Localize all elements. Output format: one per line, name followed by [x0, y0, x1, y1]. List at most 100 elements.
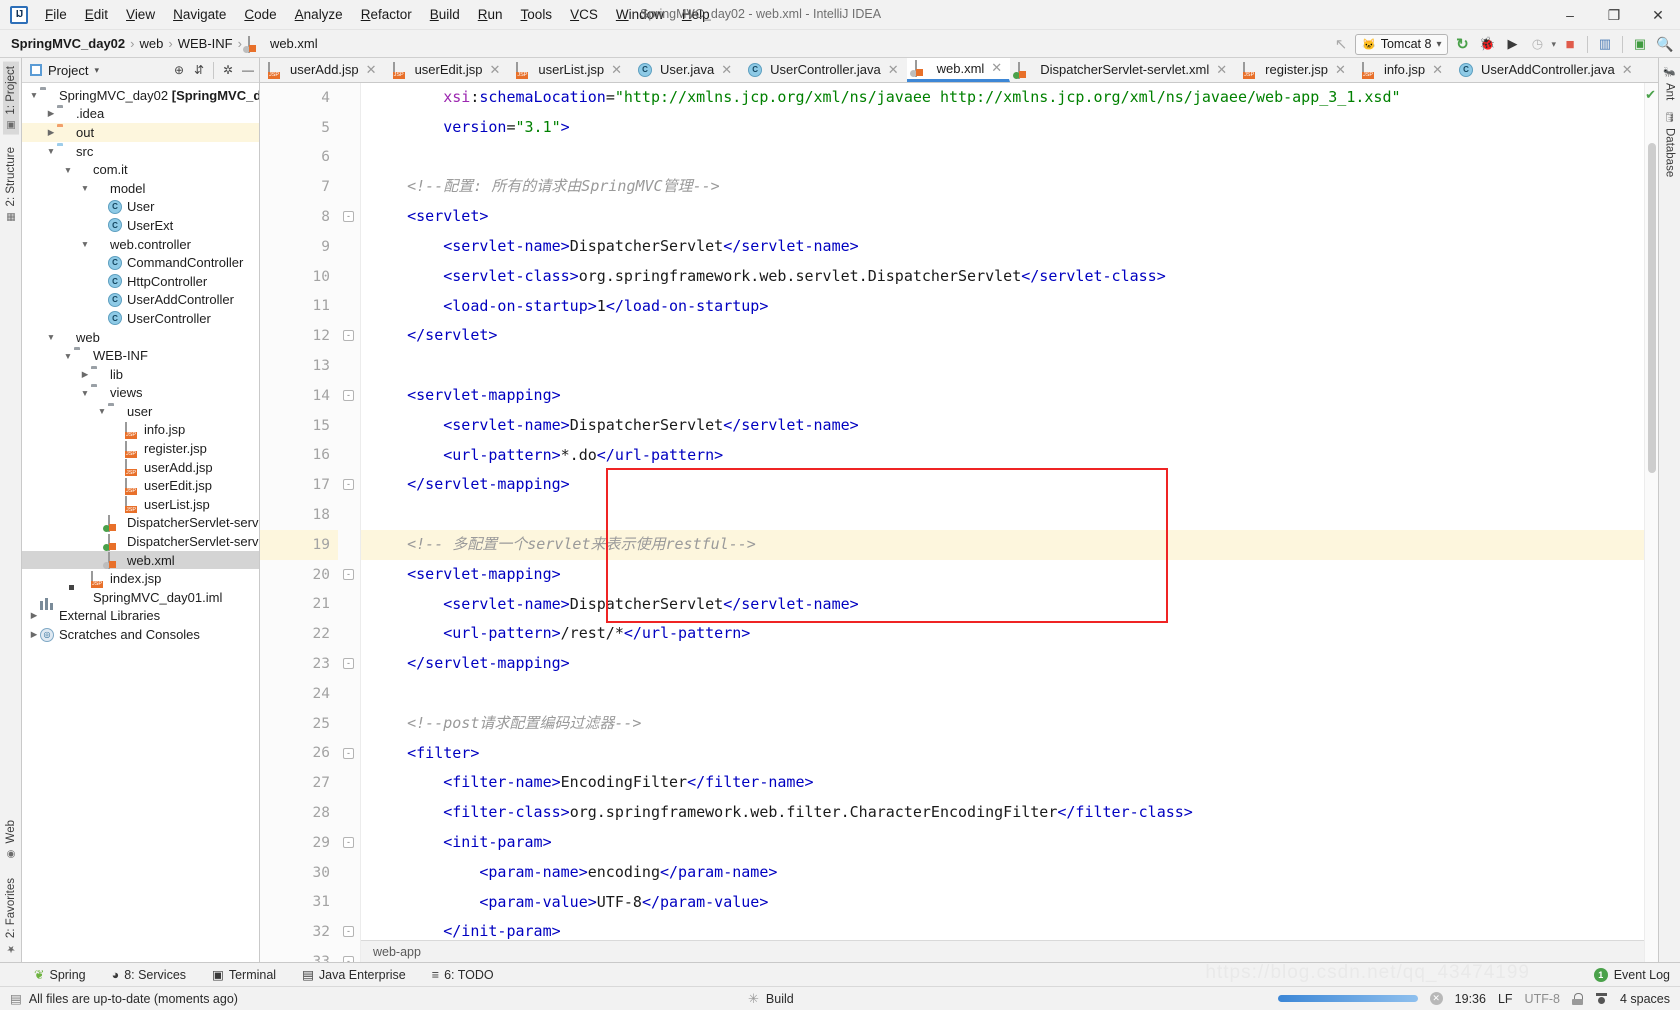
close-icon[interactable]: ✕	[366, 62, 377, 78]
menu-item-view[interactable]: View	[117, 3, 164, 26]
run-with-coverage-button[interactable]: ▶	[1501, 33, 1523, 55]
settings-gear-icon[interactable]: ✲	[219, 61, 237, 79]
search-everywhere-button[interactable]: 🔍	[1654, 33, 1676, 55]
line-number[interactable]: 31	[260, 888, 338, 918]
line-number[interactable]: 23	[260, 649, 338, 679]
minimize-button[interactable]: –	[1548, 0, 1592, 30]
line-number[interactable]: 28	[260, 798, 338, 828]
tree-node[interactable]: ▶ lib	[22, 365, 259, 384]
line-number[interactable]: 20	[260, 560, 338, 590]
editor-scrollbar-thumb[interactable]	[1648, 143, 1656, 473]
code-line[interactable]: xsi:schemaLocation="http://xmlns.jcp.org…	[371, 83, 1644, 113]
code-line[interactable]: <filter-class>org.springframework.web.fi…	[371, 798, 1644, 828]
code-line[interactable]	[371, 351, 1644, 381]
menu-item-refactor[interactable]: Refactor	[352, 3, 421, 26]
fold-toggle-icon[interactable]: -	[343, 926, 354, 938]
tree-node[interactable]: ▼ com.it	[22, 160, 259, 179]
tree-node[interactable]: C CommandController	[22, 253, 259, 272]
code-line[interactable]: <!--配置: 所有的请求由SpringMVC管理-->	[371, 172, 1644, 202]
tree-node[interactable]: ▼ user	[22, 402, 259, 421]
file-encoding[interactable]: UTF-8	[1525, 992, 1560, 1006]
code-line[interactable]: <filter>	[371, 739, 1644, 769]
code-line[interactable]: <url-pattern>*.do</url-pattern>	[371, 441, 1644, 471]
inspector-hat-icon[interactable]	[1595, 992, 1608, 1005]
line-number[interactable]: 32	[260, 917, 338, 947]
fold-toggle-icon[interactable]: -	[343, 211, 354, 223]
code-line[interactable]	[371, 679, 1644, 709]
code-scroll-area[interactable]: xsi:schemaLocation="http://xmlns.jcp.org…	[360, 83, 1644, 962]
code-line[interactable]: <servlet-mapping>	[371, 381, 1644, 411]
code-folding-gutter[interactable]: ----------	[338, 83, 360, 968]
hide-panel-icon[interactable]: —	[239, 61, 257, 79]
editor-tab-user-java[interactable]: C User.java ✕	[630, 58, 740, 82]
fold-toggle-icon[interactable]: -	[343, 390, 354, 401]
editor-tab-web-xml[interactable]: web.xml ✕	[906, 58, 1011, 82]
menu-item-analyze[interactable]: Analyze	[286, 3, 352, 26]
code-line[interactable]: </servlet>	[371, 321, 1644, 351]
tree-node[interactable]: userAdd.jsp	[22, 458, 259, 477]
code-line[interactable]: <load-on-startup>1</load-on-startup>	[371, 292, 1644, 322]
line-number[interactable]: 21	[260, 590, 338, 620]
collapse-all-icon[interactable]: ⇵	[190, 61, 208, 79]
chevron-right-icon[interactable]: ▶	[79, 369, 91, 380]
chevron-down-icon[interactable]: ▼	[45, 146, 57, 156]
inspection-ok-icon[interactable]: ✔	[1645, 87, 1656, 103]
tree-node[interactable]: ▼ WEB-INF	[22, 346, 259, 365]
tree-node[interactable]: DispatcherServlet-servlet.xm	[22, 514, 259, 533]
line-number[interactable]: 26	[260, 739, 338, 769]
fold-toggle-icon[interactable]: -	[343, 330, 354, 342]
sidebar-item-structure[interactable]: ▦ 2: Structure	[3, 143, 19, 226]
tree-node[interactable]: userList.jsp	[22, 495, 259, 514]
code-line[interactable]: <servlet-name>DispatcherServlet</servlet…	[371, 590, 1644, 620]
chevron-right-icon[interactable]: ▶	[28, 629, 40, 640]
tree-node[interactable]: ▶ .idea	[22, 105, 259, 124]
debug-button[interactable]: 🐞	[1476, 33, 1498, 55]
code-line[interactable]: <filter-name>EncodingFilter</filter-name…	[371, 768, 1644, 798]
line-number[interactable]: 4	[260, 83, 338, 113]
profile-button[interactable]: ◷	[1526, 33, 1548, 55]
project-pane-title[interactable]: Project ▾	[24, 63, 99, 78]
line-number[interactable]: 12	[260, 321, 338, 351]
code-line[interactable]	[371, 500, 1644, 530]
code-line[interactable]: <!--post请求配置编码过滤器-->	[371, 709, 1644, 739]
menu-item-file[interactable]: File	[36, 3, 76, 26]
chevron-down-icon[interactable]: ▼	[79, 239, 91, 249]
editor-tab-useradd-jsp[interactable]: userAdd.jsp ✕	[260, 58, 385, 82]
editor-tab-useraddcontroller-java[interactable]: C UserAddController.java ✕	[1451, 58, 1641, 82]
line-number[interactable]: 24	[260, 679, 338, 709]
code-line[interactable]: <param-value>UTF-8</param-value>	[371, 888, 1644, 918]
line-number[interactable]: 18	[260, 500, 338, 530]
fold-toggle-icon[interactable]: -	[343, 568, 354, 580]
code-line[interactable]: <!-- 多配置一个servlet来表示使用restful-->	[361, 529, 1644, 560]
line-number[interactable]: 15	[260, 411, 338, 441]
line-number[interactable]: 9	[260, 232, 338, 262]
stop-button[interactable]: ■	[1559, 33, 1581, 55]
fold-toggle-icon[interactable]: -	[343, 658, 354, 670]
close-icon[interactable]: ✕	[611, 62, 622, 78]
line-number[interactable]: 17	[260, 470, 338, 500]
code-line[interactable]: <init-param>	[371, 828, 1644, 858]
line-number[interactable]: 6	[260, 143, 338, 173]
tree-node[interactable]: ▼ src	[22, 142, 259, 161]
tree-node[interactable]: ▶ ◎ Scratches and Consoles	[22, 625, 259, 644]
chevron-down-icon[interactable]: ▼	[79, 183, 91, 193]
editor-tab-dispatcherservlet-servlet-xml[interactable]: DispatcherServlet-servlet.xml ✕	[1010, 58, 1235, 82]
chevron-down-icon[interactable]: ▼	[45, 332, 57, 342]
unlocked-icon[interactable]	[1571, 992, 1583, 1005]
tree-node[interactable]: ▶ External Libraries	[22, 597, 259, 626]
bottom-tab-services[interactable]: ◕ 8: Services	[108, 966, 190, 984]
chevron-down-icon[interactable]: ▾	[1551, 39, 1556, 50]
tree-node[interactable]: SpringMVC_day01.iml	[22, 588, 259, 607]
update-application-button[interactable]: ▣	[1629, 33, 1651, 55]
tree-node[interactable]: C UserAddController	[22, 291, 259, 310]
code-line[interactable]: <servlet>	[371, 202, 1644, 232]
line-number[interactable]: 29	[260, 828, 338, 858]
code-line[interactable]: <servlet-mapping>	[371, 560, 1644, 590]
editor-tab-usercontroller-java[interactable]: C UserController.java ✕	[740, 58, 906, 82]
code-line[interactable]: </servlet-mapping>	[371, 649, 1644, 679]
close-icon[interactable]: ✕	[888, 62, 899, 78]
code-line[interactable]: <servlet-class>org.springframework.web.s…	[371, 262, 1644, 292]
line-number[interactable]: 13	[260, 351, 338, 381]
line-number[interactable]: 30	[260, 858, 338, 888]
chevron-down-icon[interactable]: ▼	[96, 406, 108, 416]
